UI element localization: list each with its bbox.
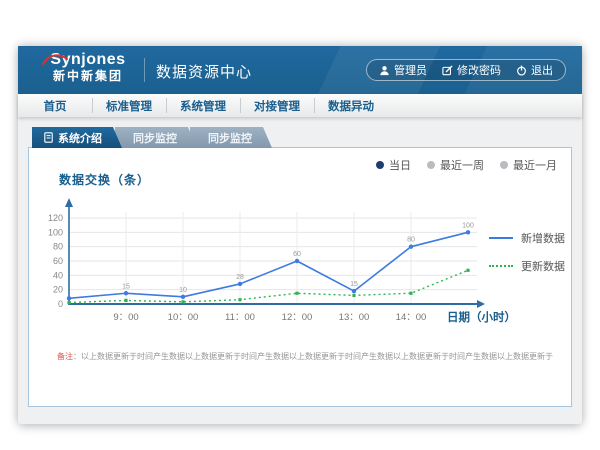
legend-item-updated-data[interactable]: 更新数据 bbox=[489, 258, 565, 274]
range-option-label: 当日 bbox=[389, 157, 411, 173]
content-panel: 当日 最近一周 最近一月 数据交换（条） 0204060801001209：00… bbox=[28, 147, 572, 407]
radio-dot-icon bbox=[376, 161, 384, 169]
chart-series-legend: 新增数据 更新数据 bbox=[489, 230, 565, 274]
radio-dot-icon bbox=[427, 161, 435, 169]
svg-text:9：00: 9：00 bbox=[113, 312, 138, 323]
app-window: Synjones 新中新集团 数据资源中心 管理员 修改密码 bbox=[18, 46, 582, 424]
power-icon bbox=[516, 65, 527, 76]
logout-label: 退出 bbox=[531, 62, 553, 78]
admin-user-button[interactable]: 管理员 bbox=[379, 62, 427, 78]
svg-text:60: 60 bbox=[53, 256, 63, 266]
footnote: 备注：以上数据更新于时间产生数据以上数据更新于时间产生数据以上数据更新于时间产生… bbox=[57, 351, 553, 362]
range-option-last-month[interactable]: 最近一月 bbox=[500, 157, 557, 173]
user-menu: 管理员 修改密码 退出 bbox=[366, 59, 566, 81]
svg-text:40: 40 bbox=[53, 270, 63, 280]
range-option-label: 最近一月 bbox=[513, 157, 557, 173]
time-range-selector: 当日 最近一周 最近一月 bbox=[376, 157, 557, 173]
range-option-today[interactable]: 当日 bbox=[376, 157, 411, 173]
nav-item-home[interactable]: 首页 bbox=[18, 94, 92, 117]
range-option-last-week[interactable]: 最近一周 bbox=[427, 157, 484, 173]
tab-label: 同步监控 bbox=[133, 130, 177, 146]
svg-text:20: 20 bbox=[53, 285, 63, 295]
svg-text:15: 15 bbox=[122, 283, 130, 290]
svg-text:80: 80 bbox=[53, 242, 63, 252]
svg-text:11：00: 11：00 bbox=[225, 312, 255, 323]
tab-sync-monitor-1[interactable]: 同步监控 bbox=[115, 127, 197, 148]
svg-text:12：00: 12：00 bbox=[282, 312, 313, 323]
main-nav: 首页 标准管理 系统管理 对接管理 数据异动 bbox=[18, 94, 582, 117]
footnote-body: ：以上数据更新于时间产生数据以上数据更新于时间产生数据以上数据更新于时间产生数据… bbox=[73, 352, 553, 361]
line-chart-canvas: 0 20 40 60 80 100 120 9：00 10：00 11：00 12：00 13：00 1… bbox=[47, 186, 517, 346]
tab-bar: 系统介绍 同步监控 同步监控 bbox=[32, 127, 272, 148]
app-header: Synjones 新中新集团 数据资源中心 管理员 修改密码 bbox=[18, 46, 582, 94]
logo-company-text: 新中新集团 bbox=[40, 69, 136, 84]
tab-sync-monitor-2[interactable]: 同步监控 bbox=[190, 127, 272, 148]
legend-item-new-data[interactable]: 新增数据 bbox=[489, 230, 565, 246]
header-divider bbox=[144, 58, 145, 82]
edit-icon bbox=[442, 65, 453, 76]
svg-text:100: 100 bbox=[462, 222, 474, 229]
svg-text:60: 60 bbox=[293, 251, 301, 258]
blue-solid-line-icon bbox=[489, 237, 513, 239]
legend-label: 新增数据 bbox=[521, 230, 565, 246]
tab-label: 系统介绍 bbox=[58, 130, 102, 146]
radio-dot-icon bbox=[500, 161, 508, 169]
logout-button[interactable]: 退出 bbox=[516, 62, 553, 78]
svg-text:10：00: 10：00 bbox=[168, 312, 199, 323]
change-password-button[interactable]: 修改密码 bbox=[442, 62, 501, 78]
svg-text:10: 10 bbox=[179, 287, 187, 294]
user-icon bbox=[379, 65, 390, 76]
footnote-prefix: 备注 bbox=[57, 352, 73, 361]
range-option-label: 最近一周 bbox=[440, 157, 484, 173]
svg-text:0: 0 bbox=[58, 299, 63, 309]
admin-user-label: 管理员 bbox=[394, 62, 427, 78]
svg-text:14：00: 14：00 bbox=[396, 312, 427, 323]
svg-text:日期（小时）: 日期（小时） bbox=[447, 310, 516, 324]
nav-item-interface[interactable]: 对接管理 bbox=[240, 94, 314, 117]
nav-item-standards[interactable]: 标准管理 bbox=[92, 94, 166, 117]
svg-text:120: 120 bbox=[48, 213, 63, 223]
green-dotted-line-icon bbox=[489, 265, 513, 267]
nav-item-anomaly[interactable]: 数据异动 bbox=[314, 94, 388, 117]
page-title: 数据资源中心 bbox=[156, 61, 252, 82]
tab-system-intro[interactable]: 系统介绍 bbox=[32, 127, 122, 148]
change-password-label: 修改密码 bbox=[457, 62, 501, 78]
document-icon bbox=[44, 132, 53, 143]
nav-item-system[interactable]: 系统管理 bbox=[166, 94, 240, 117]
svg-text:13：00: 13：00 bbox=[339, 312, 370, 323]
svg-text:28: 28 bbox=[236, 274, 244, 281]
tab-label: 同步监控 bbox=[208, 130, 252, 146]
synjones-logo: Synjones 新中新集团 bbox=[40, 51, 136, 84]
svg-text:15: 15 bbox=[350, 281, 358, 288]
legend-label: 更新数据 bbox=[521, 258, 565, 274]
logo-swoosh-icon bbox=[42, 52, 68, 68]
svg-text:80: 80 bbox=[407, 237, 415, 244]
svg-text:100: 100 bbox=[48, 227, 63, 237]
data-exchange-chart: 0 20 40 60 80 100 120 9：00 10：00 11：00 12：00 13：00 1… bbox=[47, 186, 517, 346]
